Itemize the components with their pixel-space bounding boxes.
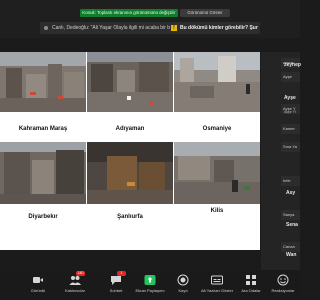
notification-message: Canlı, Dedeoğlu: "Ali Yaşar Olayla ilgil…: [52, 25, 170, 31]
city-label-4: Diyarbekır: [28, 214, 58, 220]
chat-button[interactable]: 1 Sohbet: [99, 271, 133, 293]
city-label-2: Adıyaman: [115, 126, 145, 132]
record-label: Kayıt: [178, 288, 188, 293]
reactions-label: Reaksiyonlar: [271, 288, 295, 293]
participant-tile[interactable]: Ayşe: [281, 72, 300, 82]
city-photo-1: [0, 52, 86, 112]
video-label: Görüntü: [30, 288, 46, 293]
participant-name: Ayşe: [284, 95, 296, 101]
city-label-3: Osmaniye: [202, 126, 232, 132]
city-label-1: Kahraman Maraş: [18, 126, 68, 132]
chat-icon: 1: [110, 271, 126, 285]
share-screen-label: Ekran Paylaşımı: [135, 288, 165, 293]
participant-tile[interactable]: Kamer: [281, 124, 300, 134]
participant-name: Sena: [286, 222, 298, 228]
zoom-info-banner: Konuk: Toplantı ekranının görünümünü değ…: [80, 9, 178, 17]
participants-label: Katılımcılar: [64, 288, 85, 293]
chat-unread-badge: 1: [117, 271, 126, 276]
chat-notification[interactable]: Canlı, Dedeoğlu: "Ali Yaşar Olayla ilgil…: [40, 22, 260, 34]
captions-button[interactable]: Alt Yazıları Göster: [200, 273, 234, 293]
video-button[interactable]: Görüntü: [21, 273, 55, 293]
chat-label: Sohbet: [109, 288, 123, 293]
city-photo-6: [174, 142, 260, 204]
participant-tile[interactable]: Sına Ya: [281, 142, 300, 152]
participants-panel: [261, 52, 300, 270]
participant-tile[interactable]: Sanya: [281, 210, 300, 220]
avatar-icon: [44, 26, 48, 30]
participant-name: Asy: [286, 190, 296, 196]
meeting-top-bar: Konuk: Toplantı ekranının görünümünü değ…: [0, 0, 300, 38]
notification-alert: Bu dökümü kimler görebilir? Şurada kayde…: [180, 25, 258, 31]
participants-icon: 140: [69, 271, 85, 285]
shared-slide: Kahraman Maraş Adıyaman Osmaniye Diyarbe…: [0, 52, 260, 250]
breakout-rooms-button[interactable]: Ara Odalar: [234, 273, 268, 293]
participant-tile[interactable]: hele: [281, 176, 300, 186]
participants-count-badge: 140: [76, 271, 85, 276]
warning-icon: !: [171, 25, 177, 31]
city-label-5: Şanlıurfa: [117, 214, 143, 220]
participant-tile[interactable]: Canan: [281, 242, 300, 252]
reactions-button[interactable]: Reaksiyonlar: [266, 273, 300, 293]
participant-name: zeynep: [284, 62, 301, 68]
participant-name: Wan: [286, 252, 297, 258]
city-photo-5: [87, 142, 173, 204]
city-photo-4: [0, 142, 86, 204]
breakout-rooms-icon: [245, 273, 257, 285]
captions-label: Alt Yazıları Göster: [200, 288, 234, 293]
record-button[interactable]: Kayıt: [166, 273, 200, 293]
record-icon: [177, 273, 189, 286]
video-icon: [32, 273, 44, 285]
reactions-icon: [277, 273, 289, 286]
captions-icon: [211, 273, 223, 285]
participants-button[interactable]: 140 Katılımcılar: [58, 271, 92, 293]
participant-subtitle: Ayşe Yi: [284, 110, 296, 114]
city-label-6: Kilis: [210, 208, 224, 214]
view-options-button[interactable]: Görünümü Göster: [180, 9, 230, 17]
city-photo-3: [174, 52, 260, 112]
share-screen-icon: [144, 273, 156, 285]
breakout-rooms-label: Ara Odalar: [241, 288, 261, 293]
city-photo-2: [87, 52, 173, 112]
share-screen-button[interactable]: Ekran Paylaşımı: [133, 273, 167, 293]
